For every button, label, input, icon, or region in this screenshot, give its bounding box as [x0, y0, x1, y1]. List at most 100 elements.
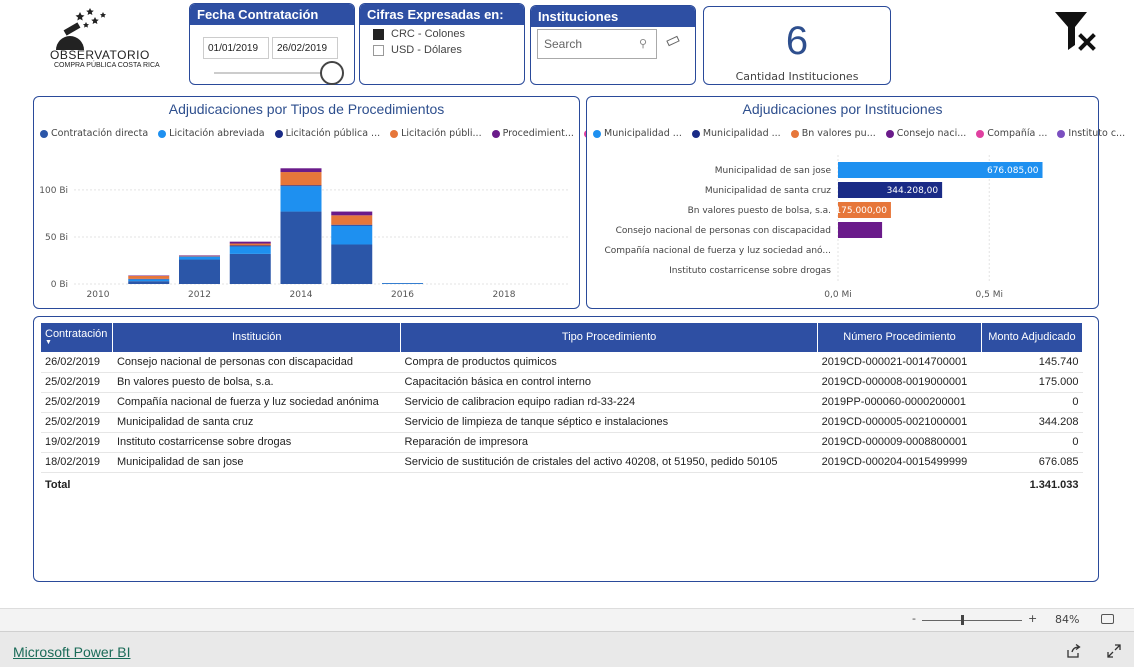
table-row[interactable]: 25/02/2019 Bn valores puesto de bolsa, s.… — [41, 372, 1083, 393]
column-header-numero-procedimiento[interactable]: Número Procedimiento — [817, 323, 982, 352]
table-cell: 2019CD-000009-0008800001 — [817, 432, 982, 453]
table-cell: 2019CD-000005-0021000001 — [817, 412, 982, 433]
table-cell: Compra de productos quimicos — [400, 352, 818, 373]
institutions-bar-chart: 0,0 Mi 0,5 Mi Municipalidad de san jose 676… — [604, 155, 1043, 300]
procedures-bar-chart: 100 Bi 50 Bi 0 Bi 2010 2012 2014 2016 2018 — [39, 168, 569, 300]
category-label: Instituto costarricense sobre drogas — [669, 266, 831, 276]
category-label: Municipalidad de santa cruz — [705, 186, 831, 196]
checkbox-checked-icon[interactable] — [373, 28, 384, 40]
clear-filters-icon[interactable] — [1053, 10, 1101, 52]
total-value: 1.341.033 — [1029, 478, 1079, 491]
table-row[interactable]: 26/02/2019 Consejo nacional de personas c… — [41, 352, 1083, 373]
kpi-label: Cantidad Instituciones — [735, 70, 859, 83]
share-icon[interactable] — [1067, 644, 1081, 658]
fit-to-page-icon[interactable] — [1101, 614, 1114, 624]
currency-option-crc[interactable]: CRC - Colones — [373, 28, 465, 40]
zoom-slider[interactable] — [922, 620, 1022, 621]
table-cell: Municipalidad de santa cruz — [112, 412, 401, 433]
table-cell: 344.208 — [981, 412, 1083, 433]
table-cell: 19/02/2019 — [41, 432, 113, 453]
table-row[interactable]: 18/02/2019 Municipalidad de san jose Servi… — [41, 452, 1083, 473]
bar-2011-contrataci-n-directa — [128, 281, 170, 284]
bar-2014-contrataci-n-directa — [280, 211, 322, 284]
search-icon[interactable]: ⚲ — [639, 37, 647, 50]
bar-2015-contrataci-n-directa — [331, 244, 373, 284]
currency-option-usd[interactable]: USD - Dólares — [373, 44, 462, 56]
bar-2015-licitaci-n-p-bli — [331, 215, 373, 225]
table-row[interactable]: 19/02/2019 Instituto costarricense sobre … — [41, 432, 1083, 453]
category-label: Bn valores puesto de bolsa, s.a. — [688, 206, 831, 216]
bar-2014-licitaci-n-p-bli — [280, 172, 322, 186]
bar-2014-licitaci-n-abreviada — [280, 186, 322, 212]
observatorio-logo: OBSERVATORIO COMPRA PÚBLICA COSTA RICA — [50, 8, 160, 78]
zoom-slider-handle[interactable] — [961, 615, 964, 625]
zoom-out-button[interactable]: - — [912, 612, 916, 625]
awards-table-panel: Contratación ▼ Institución Tipo Procedim… — [33, 316, 1099, 582]
currency-title: Cifras Expresadas en: — [360, 4, 524, 25]
table-cell: Municipalidad de san jose — [112, 452, 401, 473]
bar-2015-licitaci-n-abreviada — [331, 225, 373, 245]
y-tick-label: 50 Bi — [45, 233, 68, 243]
institutions-chart-panel: Adjudicaciones por Instituciones Municip… — [586, 96, 1125, 309]
y-tick-label: 100 Bi — [39, 186, 68, 196]
kpi-value: 6 — [785, 19, 809, 63]
table-cell: Servicio de calibracion equipo radian rd… — [400, 392, 818, 413]
powerbi-link[interactable]: Microsoft Power BI — [13, 644, 130, 660]
bar-2014-licitaci-n-p-blica — [280, 185, 322, 187]
table-cell: 0 — [981, 392, 1083, 413]
category-label: Municipalidad de san jose — [715, 166, 832, 176]
currency-option-label: CRC - Colones — [391, 28, 465, 40]
bar-2015-procedimient — [331, 211, 373, 216]
bar-2012-licitaci-n-abreviada — [179, 256, 220, 260]
telescope-icon — [56, 8, 106, 50]
table-cell: Instituto costarricense sobre drogas — [112, 432, 401, 453]
logo-subtitle: COMPRA PÚBLICA COSTA RICA — [54, 62, 160, 69]
date-filter-slicer: Fecha Contratación 01/01/2019 26/02/2019 — [189, 3, 355, 85]
table-row[interactable]: 25/02/2019 Compañía nacional de fuerza y … — [41, 392, 1083, 413]
zoom-in-button[interactable]: + — [1028, 612, 1037, 625]
x-tick-label: 2014 — [290, 290, 313, 300]
bar-2013-licitaci-n-abreviada — [229, 246, 271, 254]
start-date-input[interactable]: 01/01/2019 — [203, 37, 269, 59]
zoom-level: 84% — [1055, 613, 1080, 626]
column-header-tipo-procedimiento[interactable]: Tipo Procedimiento — [400, 323, 819, 352]
bar-2011-licitaci-n-abreviada — [128, 279, 170, 282]
data-label: 175.000,00 — [835, 206, 887, 216]
institutions-search-input[interactable]: Search ⚲ — [537, 29, 657, 59]
bar-2013-contrataci-n-directa — [229, 253, 271, 284]
table-cell: Reparación de impresora — [400, 432, 818, 453]
sort-descending-icon[interactable]: ▼ — [45, 339, 108, 346]
bar-2011-licitaci-n-p-bli — [128, 276, 170, 279]
x-tick-label: 2016 — [391, 290, 414, 300]
column-header-contratacion[interactable]: Contratación ▼ — [41, 323, 114, 352]
table-cell: Consejo nacional de personas con discapa… — [112, 352, 401, 373]
table-cell: 2019PP-000060-0000200001 — [817, 392, 982, 413]
report-canvas: OBSERVATORIO COMPRA PÚBLICA COSTA RICA F… — [0, 0, 1134, 608]
end-date-input[interactable]: 26/02/2019 — [272, 37, 338, 59]
bar-2015-licitaci-n-p-blica — [331, 224, 373, 226]
y-tick-label: 0 Bi — [51, 280, 68, 290]
table-cell: Compañía nacional de fuerza y luz socied… — [112, 392, 401, 413]
table-row[interactable]: 25/02/2019 Municipalidad de santa cruz Ser… — [41, 412, 1083, 433]
date-filter-title: Fecha Contratación — [190, 4, 354, 25]
fullscreen-icon[interactable] — [1107, 644, 1121, 658]
bar-2013-procedimient — [229, 241, 271, 244]
column-header-monto-adjudicado[interactable]: Monto Adjudicado — [981, 323, 1084, 352]
date-slider-handle[interactable] — [320, 61, 344, 85]
table-total-row: Total 1.341.033 — [41, 472, 1083, 494]
date-range-slider[interactable] — [214, 72, 324, 74]
table-cell: Bn valores puesto de bolsa, s.a. — [112, 372, 401, 393]
search-placeholder: Search — [544, 37, 583, 51]
powerbi-footer: Microsoft Power BI — [0, 631, 1134, 667]
column-header-institucion[interactable]: Institución — [112, 323, 402, 352]
category-label: Compañía nacional de fuerza y luz socied… — [604, 245, 831, 256]
table-cell: Capacitación básica en control interno — [400, 372, 818, 393]
logo-title: OBSERVATORIO — [50, 48, 150, 62]
institutions-title: Instituciones — [531, 6, 695, 27]
x-tick-label: 2010 — [87, 290, 110, 300]
table-cell: Servicio de limpieza de tanque séptico e… — [400, 412, 818, 433]
table-cell: 25/02/2019 — [41, 372, 113, 393]
checkbox-unchecked-icon[interactable] — [373, 44, 384, 56]
eraser-icon[interactable] — [666, 35, 680, 47]
table-cell: 676.085 — [981, 452, 1083, 473]
